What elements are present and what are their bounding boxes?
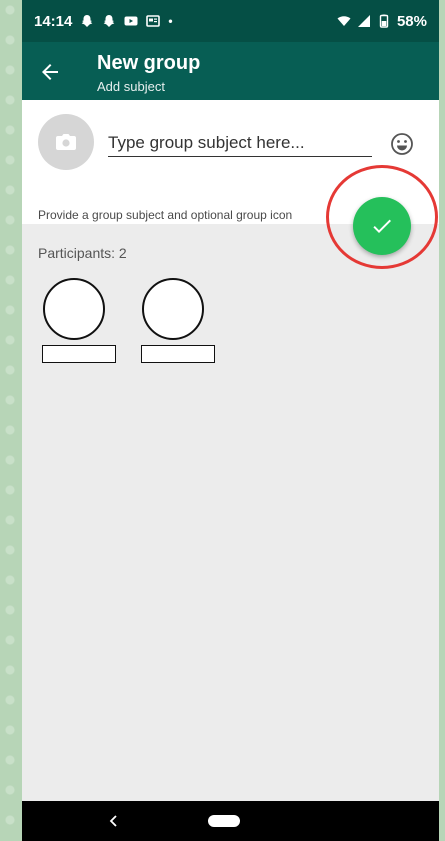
snapchat-icon — [82, 15, 93, 27]
participants-count: Participants: 2 — [38, 245, 127, 261]
participant-name-box — [141, 345, 215, 363]
participant-avatar — [142, 278, 204, 340]
subject-hint: Provide a group subject and optional gro… — [38, 208, 293, 222]
status-time: 14:14 — [34, 12, 73, 30]
phone-screen: 14:14 • 58% New group Add subject Type g… — [22, 0, 439, 841]
youtube-icon — [124, 16, 138, 26]
battery-percent: 58% — [396, 12, 427, 30]
participant-item[interactable] — [141, 278, 215, 363]
create-group-button[interactable] — [353, 197, 411, 255]
page-subtitle: Add subject — [97, 79, 165, 94]
news-icon — [146, 15, 161, 27]
status-right: 58% — [337, 13, 427, 30]
status-bar: 14:14 • 58% — [22, 0, 439, 42]
nav-home-pill[interactable] — [208, 815, 240, 827]
group-icon-picker[interactable] — [38, 114, 94, 170]
arrow-left-icon[interactable] — [38, 60, 62, 84]
nav-back-icon[interactable] — [106, 813, 122, 829]
notification-dot-icon: • — [168, 14, 173, 28]
wifi-icon — [337, 16, 351, 26]
page-title: New group — [97, 52, 201, 74]
check-icon — [373, 219, 391, 233]
camera-icon — [56, 134, 76, 150]
app-bar: New group Add subject — [22, 42, 439, 100]
participant-name-box — [42, 345, 116, 363]
participant-item[interactable] — [42, 278, 116, 363]
signal-icon — [357, 15, 370, 27]
battery-icon — [379, 14, 389, 28]
emoji-icon[interactable] — [390, 132, 414, 156]
participant-avatar — [43, 278, 105, 340]
system-nav-bar — [22, 801, 439, 841]
group-subject-input[interactable] — [108, 130, 372, 157]
snapchat-icon-2 — [104, 15, 115, 27]
status-left: 14:14 • — [34, 13, 173, 30]
